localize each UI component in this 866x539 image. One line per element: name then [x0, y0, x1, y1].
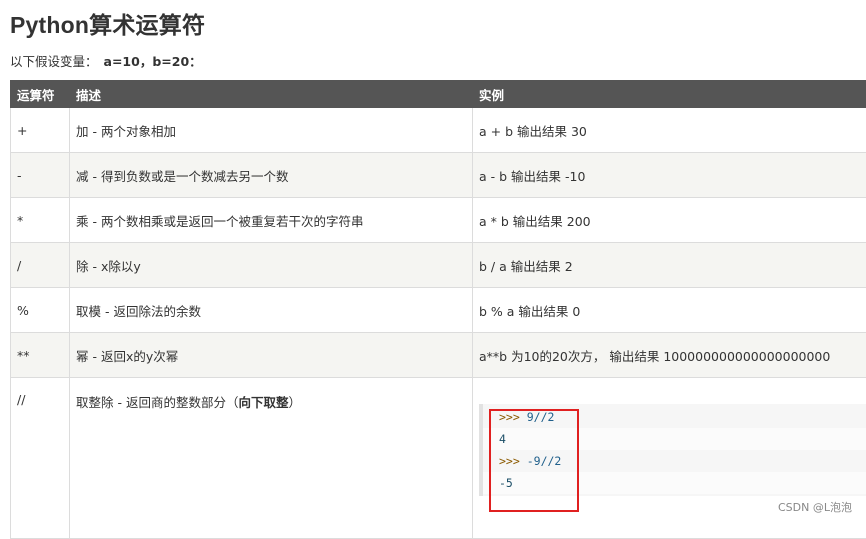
table-row: * 乘 - 两个数相乘或是返回一个被重复若干次的字符串 a * b 输出结果 2…: [11, 198, 866, 243]
cell-operator: //: [11, 378, 70, 539]
cell-operator: +: [11, 108, 70, 153]
cell-description: 取整除 - 返回商的整数部分（向下取整）: [70, 378, 473, 539]
code-expr: 9//2: [527, 410, 555, 424]
cell-example: b / a 输出结果 2: [473, 243, 866, 288]
header-description: 描述: [70, 81, 473, 108]
code-output: 4: [499, 432, 506, 446]
watermark: CSDN @L泡泡: [778, 499, 852, 515]
table-row: ** 幂 - 返回x的y次幂 a**b 为10的20次方， 输出结果 10000…: [11, 333, 866, 378]
cell-example: a**b 为10的20次方， 输出结果 10000000000000000000…: [473, 333, 866, 378]
cell-description: 加 - 两个对象相加: [70, 108, 473, 153]
code-line: >>> 9//2: [483, 406, 866, 428]
table-row: % 取模 - 返回除法的余数 b % a 输出结果 0: [11, 288, 866, 333]
cell-operator: /: [11, 243, 70, 288]
table-header-row: 运算符 描述 实例: [11, 81, 866, 108]
table-row: // 取整除 - 返回商的整数部分（向下取整） >>> 9//2 4 >>> -…: [11, 378, 866, 539]
cell-operator: %: [11, 288, 70, 333]
table-row: / 除 - x除以y b / a 输出结果 2: [11, 243, 866, 288]
intro-vars: a=10，b=20：: [104, 54, 202, 69]
operators-table: 运算符 描述 实例 + 加 - 两个对象相加 a + b 输出结果 30 - 减…: [10, 80, 866, 539]
code-line: 4: [483, 428, 866, 450]
desc-text: 取整除 - 返回商的整数部分（: [76, 395, 238, 410]
table-row: - 减 - 得到负数或是一个数减去另一个数 a - b 输出结果 -10: [11, 153, 866, 198]
header-operator: 运算符: [11, 81, 70, 108]
table-row: + 加 - 两个对象相加 a + b 输出结果 30: [11, 108, 866, 153]
code-prompt: >>>: [499, 454, 520, 468]
cell-description: 取模 - 返回除法的余数: [70, 288, 473, 333]
cell-description: 幂 - 返回x的y次幂: [70, 333, 473, 378]
code-prompt: >>>: [499, 410, 520, 424]
header-example: 实例: [473, 81, 866, 108]
intro-text: 以下假设变量：: [10, 54, 98, 69]
cell-operator: **: [11, 333, 70, 378]
cell-example: b % a 输出结果 0: [473, 288, 866, 333]
cell-operator: *: [11, 198, 70, 243]
cell-description: 除 - x除以y: [70, 243, 473, 288]
cell-description: 乘 - 两个数相乘或是返回一个被重复若干次的字符串: [70, 198, 473, 243]
code-line: >>> -9//2: [483, 450, 866, 472]
cell-example: a * b 输出结果 200: [473, 198, 866, 243]
cell-operator: -: [11, 153, 70, 198]
page-title: Python算术运算符: [10, 6, 205, 40]
cell-example: a - b 输出结果 -10: [473, 153, 866, 198]
cell-description: 减 - 得到负数或是一个数减去另一个数: [70, 153, 473, 198]
desc-end: ）: [288, 395, 301, 410]
code-expr: -9//2: [527, 454, 562, 468]
code-output: -5: [499, 476, 513, 490]
intro-line: 以下假设变量： a=10，b=20：: [10, 51, 202, 70]
code-line: -5: [483, 472, 866, 494]
code-block: >>> 9//2 4 >>> -9//2 -5: [479, 404, 866, 496]
cell-example: a + b 输出结果 30: [473, 108, 866, 153]
desc-bold: 向下取整: [238, 395, 288, 410]
